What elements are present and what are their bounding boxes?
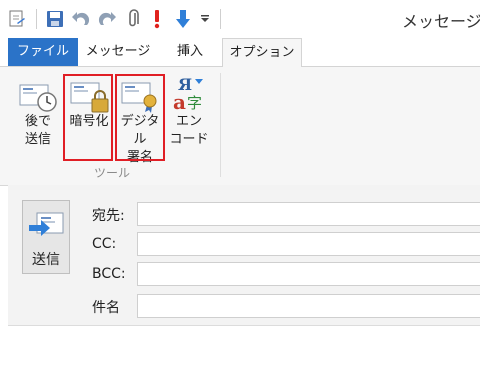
encode-label-line2: コード (169, 132, 209, 147)
tab-file[interactable]: ファイル (8, 38, 78, 66)
subject-field[interactable] (137, 294, 480, 318)
encode-icon: Яa字 (166, 73, 212, 113)
send-later-label-line2: 送信 (24, 132, 51, 147)
importance-high-icon[interactable] (148, 8, 166, 30)
send-later-button[interactable]: 後で 送信 (14, 73, 62, 149)
compose-header: 送信 宛先: CC: BCC: 件名 (8, 185, 480, 325)
tab-options[interactable]: オプション (222, 38, 302, 68)
svg-text:字: 字 (187, 94, 202, 112)
send-later-icon (14, 73, 62, 113)
to-label: 宛先: (92, 208, 125, 224)
window-title: メッセージの (402, 12, 480, 31)
bcc-field[interactable] (137, 262, 480, 286)
subject-label: 件名 (92, 300, 120, 316)
quick-access-toolbar: メッセージの (0, 0, 480, 38)
new-message-icon[interactable] (6, 8, 28, 30)
save-icon[interactable] (44, 8, 66, 30)
send-label: 送信 (32, 252, 60, 268)
encrypt-highlight-box (63, 74, 113, 161)
send-later-label-line1: 後で (24, 114, 51, 129)
send-icon (23, 211, 69, 245)
toolbar-separator (36, 9, 37, 29)
ribbon-tab-bar: ファイル メッセージ 挿入 オプション (0, 38, 480, 68)
bcc-label: BCC: (92, 266, 126, 282)
encode-label-line1: エン (175, 114, 202, 129)
encode-button[interactable]: Яa字 エン コード (166, 73, 212, 149)
attach-icon[interactable] (124, 8, 142, 30)
customize-toolbar-chevron-down-icon[interactable] (198, 8, 212, 30)
importance-low-icon[interactable] (172, 8, 194, 30)
send-button[interactable]: 送信 (22, 200, 70, 274)
ribbon-group-separator (220, 73, 221, 177)
svg-text:a: a (173, 90, 186, 113)
tab-insert[interactable]: 挿入 (160, 38, 220, 66)
message-body[interactable] (8, 325, 480, 381)
toolbar-separator (220, 9, 221, 29)
tab-message[interactable]: メッセージ (82, 38, 154, 66)
group-label-tools: ツール (94, 166, 131, 180)
undo-icon[interactable] (70, 8, 92, 30)
cc-label: CC: (92, 236, 117, 252)
digital-signature-highlight-box (115, 74, 165, 161)
redo-icon[interactable] (96, 8, 118, 30)
cc-field[interactable] (137, 232, 480, 256)
to-field[interactable] (137, 202, 480, 226)
